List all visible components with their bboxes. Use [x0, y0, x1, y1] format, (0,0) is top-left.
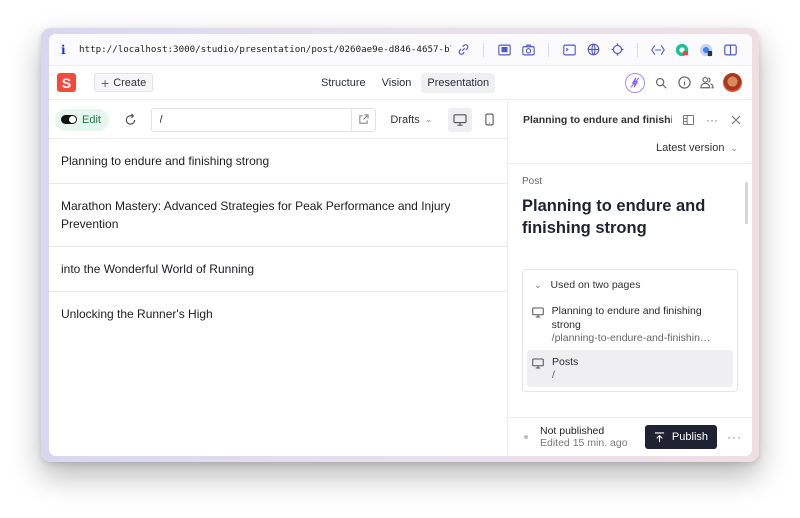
avatar[interactable] [723, 73, 742, 92]
list-item[interactable]: Marathon Mastery: Advanced Strategies fo… [49, 184, 507, 247]
document-title: Planning to endure and finishing strong [522, 197, 706, 237]
edit-toggle[interactable]: Edit [55, 108, 109, 131]
close-icon[interactable] [728, 112, 744, 128]
toggle-icon [61, 115, 77, 124]
link-icon[interactable] [453, 40, 473, 60]
layout-icon[interactable] [680, 112, 696, 128]
version-label: Latest version [655, 142, 725, 154]
usage-toggle[interactable]: ⌄ Used on two pages [527, 276, 733, 299]
tab-presentation[interactable]: Presentation [421, 73, 496, 93]
status-dot-icon [524, 435, 528, 439]
more-icon[interactable]: ··· [704, 112, 720, 128]
publish-icon [654, 431, 665, 442]
publish-status: Not published Edited 15 min. ago [540, 425, 645, 450]
search-icon[interactable] [654, 76, 668, 90]
toolbar-divider [637, 42, 638, 57]
panel-body: Post Planning to endure and finishing st… [508, 176, 752, 392]
mobile-view-button[interactable] [478, 108, 501, 132]
open-external-icon[interactable] [351, 108, 375, 131]
usage-page-name: Planning to endure and finishing strong [551, 305, 702, 331]
chevron-down-icon: ⌄ [534, 279, 542, 290]
globe-icon[interactable] [583, 40, 603, 60]
usage-page-name: Posts [552, 356, 579, 368]
extension-icon[interactable] [648, 40, 668, 60]
publish-button[interactable]: Publish [644, 425, 717, 449]
toolbar-divider [548, 42, 549, 57]
usage-card: ⌄ Used on two pages Planning to endure a… [522, 269, 738, 392]
usage-page-path: / [552, 369, 555, 381]
desktop-icon [532, 355, 545, 382]
panel-header: Planning to endure and finishi… ··· [508, 101, 752, 139]
path-input[interactable] [151, 113, 352, 126]
main-nav: Structure Vision Presentation [315, 73, 496, 93]
perspective-select[interactable]: Drafts ⌄ [390, 114, 432, 126]
bolt-icon[interactable] [625, 72, 645, 93]
chevron-down-icon: ⌄ [424, 114, 433, 124]
list-item[interactable]: Unlocking the Runner's High [49, 292, 507, 336]
edit-label: Edit [82, 113, 101, 126]
panel-title: Planning to endure and finishi… [523, 114, 672, 126]
header-actions [625, 72, 742, 93]
scrollbar[interactable] [745, 182, 748, 224]
status-label: Not published [540, 424, 605, 437]
usage-page-item[interactable]: Planning to endure and finishing strong … [527, 299, 733, 350]
crosshair-icon[interactable] [607, 40, 627, 60]
chevron-down-icon: ⌄ [730, 142, 738, 153]
app-header: S + Create Structure Vision Presentation [49, 66, 752, 100]
drafts-label: Drafts [390, 113, 420, 126]
document-panel: Planning to endure and finishi… ··· Late… [507, 101, 752, 456]
preview-area: Edit Drafts ⌄ Planning to [49, 101, 507, 456]
path-input-wrapper [150, 107, 377, 132]
publish-label: Publish [671, 431, 708, 443]
studio-logo[interactable]: S [57, 73, 76, 92]
browser-tools [451, 40, 742, 60]
desktop-view-button[interactable] [448, 107, 472, 132]
list-item[interactable]: into the Wonderful World of Running [49, 247, 507, 292]
divider [508, 163, 752, 164]
toolbar-divider [483, 42, 484, 57]
panel-footer: Not published Edited 15 min. ago Publish… [508, 417, 752, 456]
edited-timestamp: Edited 15 min. ago [540, 436, 628, 449]
grammar-extension-icon[interactable] [672, 40, 692, 60]
screen-capture-icon[interactable] [494, 40, 514, 60]
camera-icon[interactable] [518, 40, 538, 60]
tab-structure[interactable]: Structure [315, 73, 372, 93]
address-bar: i http://localhost:3000/studio/presentat… [49, 34, 752, 66]
usage-page-item[interactable]: Posts / [527, 350, 733, 387]
password-extension-icon[interactable] [696, 40, 716, 60]
preview-toolbar: Edit Drafts ⌄ [49, 101, 507, 139]
desktop-icon [532, 304, 545, 345]
terminal-icon[interactable] [559, 40, 579, 60]
split-view-icon[interactable] [720, 40, 740, 60]
version-select[interactable]: Latest version ⌄ [508, 139, 752, 157]
document-type-label: Post [522, 176, 543, 187]
create-label: Create [113, 76, 147, 89]
browser-window: i http://localhost:3000/studio/presentat… [49, 34, 752, 456]
plus-icon: + [101, 74, 110, 91]
info-icon[interactable] [677, 76, 691, 90]
more-actions-button[interactable]: ··· [727, 430, 742, 444]
info-icon[interactable]: i [61, 43, 79, 57]
create-button[interactable]: + Create [94, 73, 154, 92]
tab-vision[interactable]: Vision [376, 73, 418, 93]
document-list: Planning to endure and finishing strong … [49, 139, 507, 336]
users-icon[interactable] [700, 76, 714, 90]
usage-page-path: /planning-to-endure-and-finishin… [551, 332, 711, 344]
list-item[interactable]: Planning to endure and finishing strong [49, 139, 507, 184]
url-field[interactable]: http://localhost:3000/studio/presentatio… [79, 44, 451, 55]
usage-heading: Used on two pages [550, 279, 641, 291]
reload-icon[interactable] [123, 112, 139, 128]
